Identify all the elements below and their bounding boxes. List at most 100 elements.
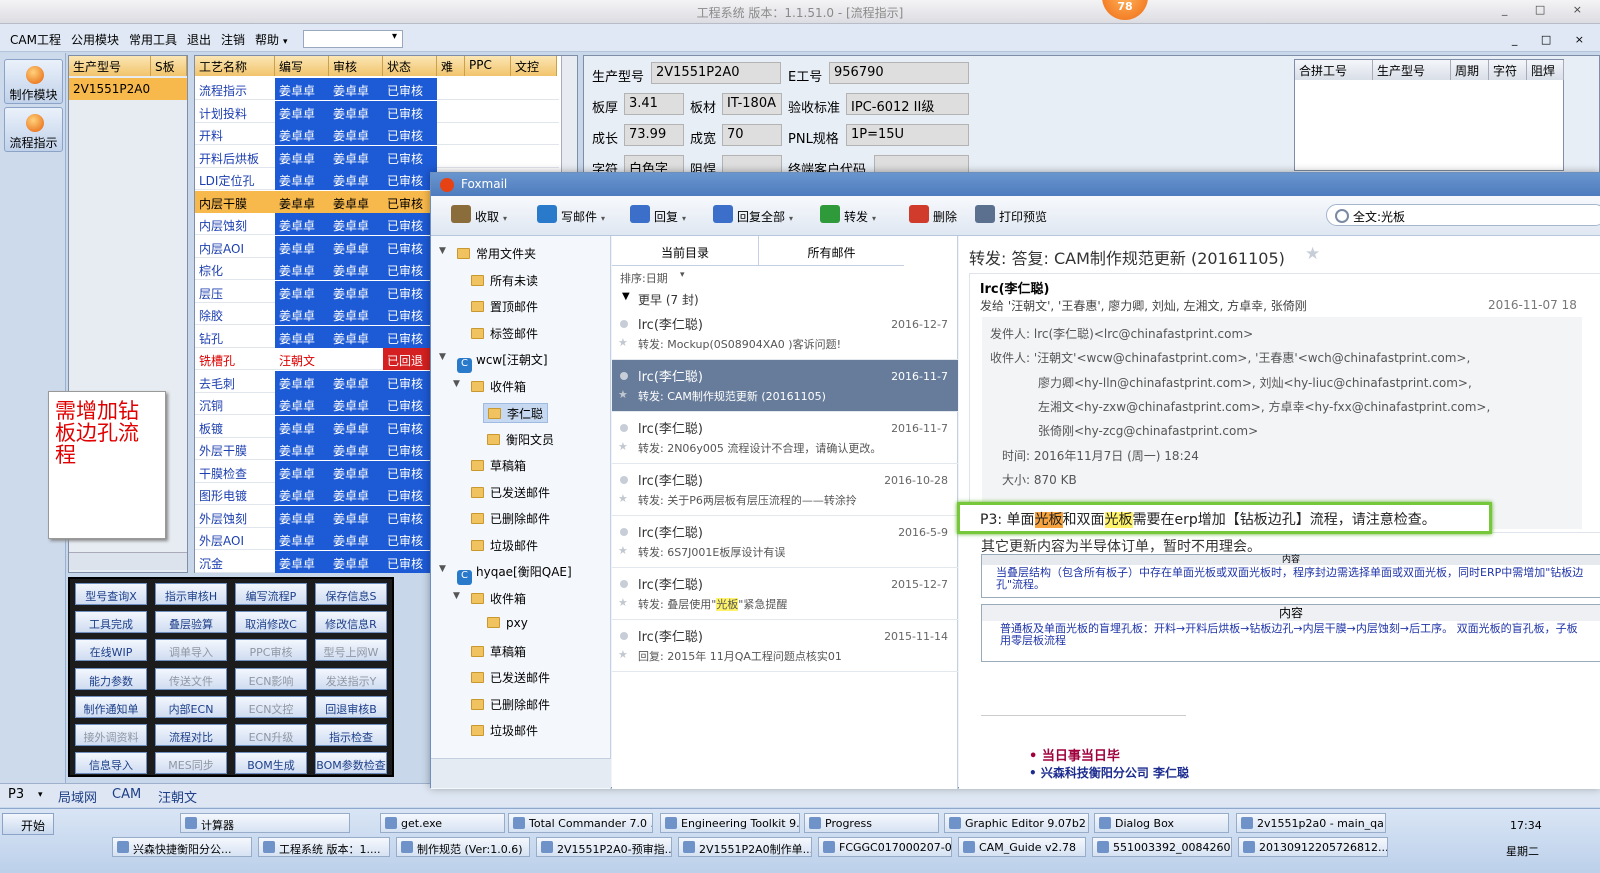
folder-item[interactable]: ▼ 常用文件夹 [439,244,540,264]
chevron-down-icon[interactable]: ▾ [503,214,507,223]
list-item[interactable]: lrc(李仁聪) 2016-11-7 ★ 转发: 2N06y005 流程设计不合理，请… [612,412,958,464]
function-button[interactable]: 指示检查 [315,724,387,746]
folder-item[interactable]: ▼ Cwcw[汪朝文] [439,350,552,373]
toolbar-button[interactable]: 打印预览 [975,205,1047,225]
taskbar-button[interactable]: Progress [804,813,939,833]
function-button[interactable]: PPC审核 [235,639,307,662]
process-header[interactable]: 审核 [329,56,383,76]
unread-dot[interactable] [620,528,628,536]
expand-arrow-icon[interactable]: ▼ [439,246,446,256]
table-row[interactable]: 开料后烘板 姜卓卓 姜卓卓 已审核 [195,145,559,168]
unread-dot[interactable] [620,424,628,432]
process-header[interactable]: 状态 [383,56,437,76]
function-button[interactable]: 修改信息R [315,611,387,634]
function-button[interactable]: 指示审核H [155,583,227,605]
star-icon[interactable]: ★ [1305,244,1320,264]
expand-arrow-icon[interactable]: ▼ [453,591,460,601]
mdi-window-controls[interactable]: _ □ × [1512,33,1594,46]
menu-item[interactable]: 常用工具 [129,31,177,48]
table-row[interactable]: 计划投料 姜卓卓 姜卓卓 已审核 [195,100,559,123]
process-header[interactable]: 文控 [511,56,557,76]
function-button[interactable]: 调单导入 [155,639,227,662]
model-grid-scrollbar[interactable] [69,552,187,570]
list-item[interactable]: lrc(李仁聪) 2015-12-7 ★ 转发: 叠层使用"光板"紧急提醒 [612,568,958,620]
list-item[interactable]: lrc(李仁聪) 2016-12-7 ★ 转发: Mockup(0S08904XA0 … [612,308,958,360]
function-button[interactable]: 型号上网W [315,639,387,662]
model-row[interactable]: 2V1551P2A0 [69,78,187,100]
merge-header[interactable]: 合拼工号 [1295,60,1373,80]
toolbar-button[interactable]: 收取 ▾ [451,205,507,225]
field-pnl[interactable]: 1P=15U [846,124,969,146]
star-icon[interactable]: ★ [618,544,628,557]
star-icon[interactable]: ★ [618,388,628,401]
folder-item[interactable]: pxy [483,615,532,635]
table-row[interactable]: 流程指示 姜卓卓 姜卓卓 已审核 [195,78,559,100]
function-button[interactable]: ECN影响 [235,667,307,690]
unread-dot[interactable] [620,320,628,328]
process-header[interactable]: 难 [437,56,465,76]
field-length[interactable]: 73.99 [624,124,684,146]
taskbar-button[interactable]: Dialog Box [1094,813,1229,833]
unread-dot[interactable] [620,580,628,588]
function-button[interactable]: 在线WIP [75,639,147,662]
function-button[interactable]: 发送指示Y [315,667,387,690]
taskbar-button[interactable]: 制作规范 (Ver:1.0.6) [396,837,530,857]
taskbar-button[interactable]: Graphic Editor 9.07b2 ... [944,813,1089,833]
merge-header[interactable]: 字符 [1489,60,1527,80]
sender-name[interactable]: lrc(李仁聪) [980,278,1049,297]
function-button[interactable]: 制作通知单 [75,695,147,718]
folder-item[interactable]: 李仁聪 [483,403,549,423]
list-tab[interactable]: 当前目录 [612,236,758,266]
folder-item[interactable]: 衡阳文员 [483,430,558,450]
folder-item[interactable]: 草稿箱 [467,456,530,476]
function-button[interactable]: 工具完成 [75,611,147,634]
taskbar-button[interactable]: 2V1551P2A0制作单.... [678,837,812,857]
list-item[interactable]: lrc(李仁聪) 2016-5-9 ★ 转发: 6S7J001E板厚设计有误 [612,516,958,568]
merge-header[interactable]: 生产型号 [1373,60,1451,80]
menu-item[interactable]: 公用模块 [71,31,119,48]
taskbar-button[interactable]: Engineering Toolkit 9.... [660,813,800,833]
status-combo[interactable]: P3 [8,787,24,802]
taskbar-button[interactable]: FCGGC017000207-0... [818,837,952,857]
unread-dot[interactable] [620,372,628,380]
field-eid[interactable]: 956790 [829,62,969,84]
merge-header[interactable]: 周期 [1451,60,1489,80]
star-icon[interactable]: ★ [618,336,628,349]
folder-item[interactable]: ▼ 收件箱 [453,589,530,609]
function-button[interactable]: 能力参数 [75,667,147,690]
function-button[interactable]: 编写流程P [235,583,307,605]
taskbar-button[interactable]: 计算器 [180,813,350,833]
folder-item[interactable]: 所有未读 [467,271,542,291]
star-icon[interactable]: ★ [618,648,628,661]
list-tab[interactable]: 所有邮件 [758,236,904,266]
function-button[interactable]: MES同步 [155,752,227,775]
toolbar-button[interactable]: 写邮件 ▾ [537,205,605,225]
field-thickness[interactable]: 3.41 [624,93,684,115]
function-button[interactable]: BOM生成 [235,752,307,775]
toolbar-button[interactable]: 删除 [909,205,957,225]
process-header[interactable]: 工艺名称 [195,56,275,76]
function-button[interactable]: 叠层验算 [155,611,227,634]
function-button[interactable]: 信息导入 [75,752,147,775]
chevron-down-icon[interactable]: ▾ [789,214,793,223]
taskbar-button[interactable]: 兴森快捷衡阳分公... [112,837,252,857]
function-button[interactable]: ECN文控 [235,695,307,718]
folder-item[interactable]: 垃圾邮件 [467,721,542,741]
field-standard[interactable]: IPC-6012 II级 [846,93,969,115]
menu-item[interactable]: CAM工程 [10,31,61,48]
chevron-down-icon[interactable]: ▾ [682,214,686,223]
start-button[interactable]: 开始 [2,813,54,835]
function-button[interactable]: 接外调资料 [75,724,147,746]
chevron-down-icon[interactable]: ▾ [283,37,288,47]
list-item[interactable]: lrc(李仁聪) 2016-11-7 ★ 转发: CAM制作规范更新 (2016110… [612,360,958,412]
folder-item[interactable]: 已发送邮件 [467,483,554,503]
field-material[interactable]: IT-180A [722,93,782,115]
folder-item[interactable]: 置顶邮件 [467,297,542,317]
menu-item[interactable]: 注销 [221,31,245,48]
menu-item[interactable]: 帮助 [255,31,279,48]
window-controls[interactable]: _ □ × [1502,3,1594,16]
taskbar-button[interactable]: 2v1551p2a0 - main_qa [1236,813,1386,833]
list-item[interactable]: lrc(李仁聪) 2016-10-28 ★ 转发: 关于P6两层板有层压流程的——转涂… [612,464,958,516]
star-icon[interactable]: ★ [618,440,628,453]
function-button[interactable]: 流程对比 [155,724,227,746]
